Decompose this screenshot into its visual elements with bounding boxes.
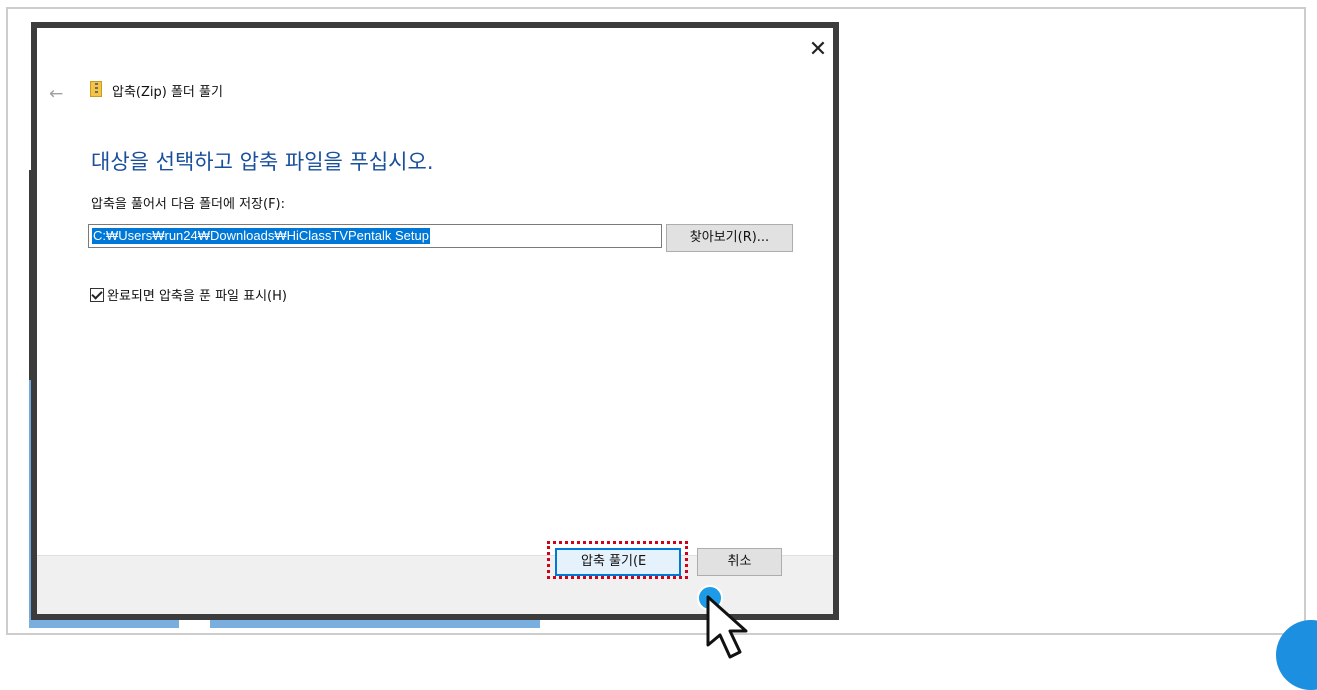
- mouse-pointer-icon: [706, 595, 748, 659]
- destination-label: 압축을 풀어서 다음 폴더에 저장(F):: [91, 197, 286, 212]
- close-icon[interactable]: ✕: [805, 38, 831, 62]
- show-files-label: 완료되면 압축을 푼 파일 표시(H): [107, 289, 287, 304]
- browse-button[interactable]: 찾아보기(R)...: [666, 224, 793, 252]
- show-files-checkbox-row[interactable]: 완료되면 압축을 푼 파일 표시(H): [90, 285, 287, 304]
- cancel-button[interactable]: 취소: [697, 548, 782, 576]
- destination-path-value: C:₩Users₩run24₩Downloads₩HiClassTVPental…: [92, 228, 430, 244]
- extract-zip-dialog: ✕ ← 압축(Zip) 폴더 풀기 대상을 선택하고 압축 파일을 푸십시오. …: [31, 22, 839, 620]
- show-files-checkbox[interactable]: [90, 288, 104, 302]
- page-heading: 대상을 선택하고 압축 파일을 푸십시오.: [91, 150, 434, 174]
- back-arrow-icon[interactable]: ←: [49, 84, 63, 104]
- zip-folder-icon: [90, 81, 102, 97]
- dialog-title: 압축(Zip) 폴더 풀기: [112, 85, 223, 100]
- dialog-body: ✕ ← 압축(Zip) 폴더 풀기 대상을 선택하고 압축 파일을 푸십시오. …: [37, 28, 833, 614]
- extract-button[interactable]: 압축 풀기(E: [555, 548, 681, 576]
- destination-path-input[interactable]: C:₩Users₩run24₩Downloads₩HiClassTVPental…: [88, 224, 662, 248]
